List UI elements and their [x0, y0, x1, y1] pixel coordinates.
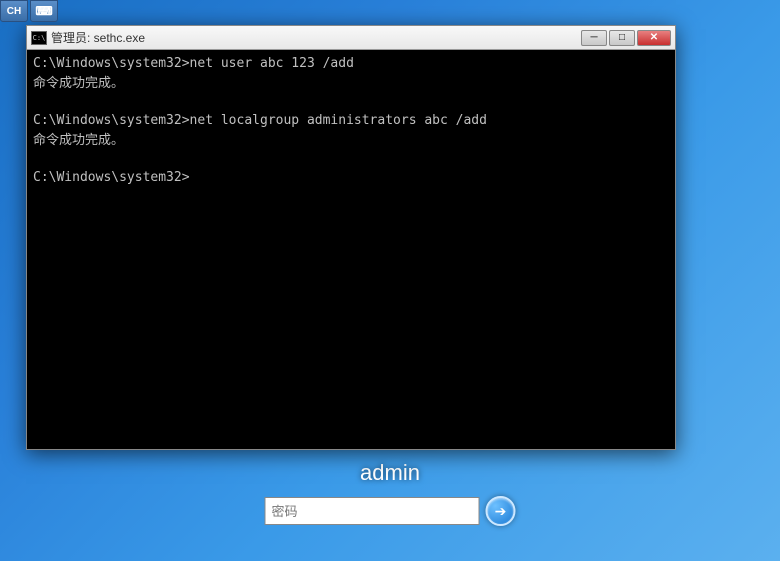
password-input[interactable] — [265, 497, 480, 525]
command-prompt-window: C:\ 管理员: sethc.exe ─ □ ✕ C:\Windows\syst… — [26, 25, 676, 450]
terminal-line: C:\Windows\system32>net user abc 123 /ad… — [33, 54, 669, 74]
language-bar: CH ⌨ — [0, 0, 58, 22]
username-label: admin — [360, 460, 420, 486]
prompt: C:\Windows\system32> — [33, 113, 190, 128]
password-row: ➔ — [265, 496, 516, 526]
window-controls: ─ □ ✕ — [581, 30, 671, 46]
terminal-line: C:\Windows\system32>net localgroup admin… — [33, 111, 669, 131]
terminal-output: 命令成功完成。 — [33, 131, 669, 151]
command-text: net localgroup administrators abc /add — [190, 113, 487, 128]
terminal-body[interactable]: C:\Windows\system32>net user abc 123 /ad… — [27, 50, 675, 449]
prompt: C:\Windows\system32> — [33, 56, 190, 71]
cmd-icon: C:\ — [31, 31, 47, 45]
window-title: 管理员: sethc.exe — [51, 29, 581, 46]
minimize-button[interactable]: ─ — [581, 30, 607, 46]
login-area: admin ➔ — [265, 460, 516, 526]
terminal-line: C:\Windows\system32> — [33, 168, 669, 188]
arrow-right-icon: ➔ — [495, 503, 507, 520]
close-button[interactable]: ✕ — [637, 30, 671, 46]
terminal-output: 命令成功完成。 — [33, 74, 669, 94]
maximize-button[interactable]: □ — [609, 30, 635, 46]
language-indicator-button[interactable]: CH — [0, 0, 28, 22]
prompt: C:\Windows\system32> — [33, 170, 190, 185]
title-bar[interactable]: C:\ 管理员: sethc.exe ─ □ ✕ — [27, 26, 675, 50]
command-text: net user abc 123 /add — [190, 56, 354, 71]
login-submit-button[interactable]: ➔ — [486, 496, 516, 526]
keyboard-icon-button[interactable]: ⌨ — [30, 0, 58, 22]
